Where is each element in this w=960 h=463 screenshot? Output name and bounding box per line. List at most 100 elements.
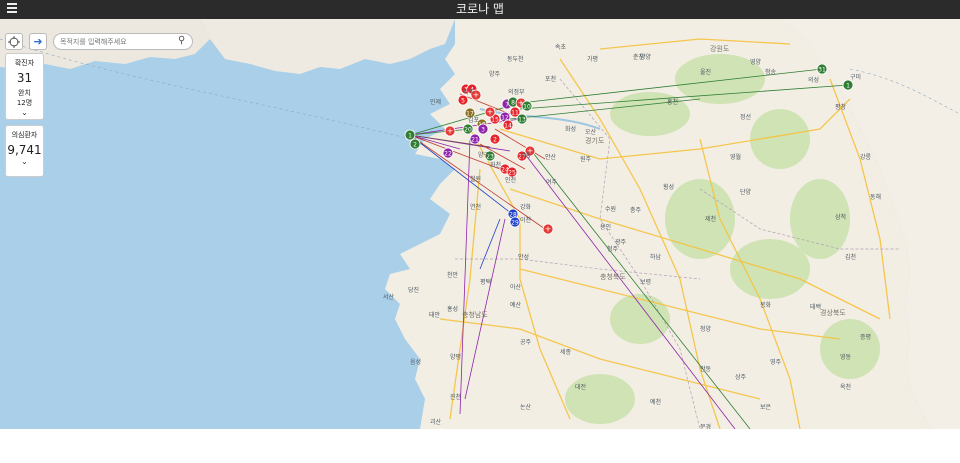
- route-button[interactable]: ➜: [29, 33, 47, 50]
- hospital-cross-icon: +: [447, 127, 454, 136]
- place-label: 김포: [468, 117, 480, 124]
- place-label: 청송: [765, 68, 777, 76]
- chevron-down-icon[interactable]: ⌄: [6, 157, 43, 166]
- marker-number: 22: [444, 151, 452, 158]
- crosshair-icon: [8, 35, 20, 48]
- marker-number: 11: [511, 110, 519, 117]
- patient-marker[interactable]: 2: [489, 133, 501, 145]
- recovered-count: 12명: [16, 99, 33, 107]
- patient-marker[interactable]: 25: [506, 166, 518, 178]
- place-label: 세종: [560, 348, 572, 356]
- place-label: 서산: [383, 293, 395, 301]
- marker-number: 1: [846, 83, 850, 90]
- label-chungbuk: 충청북도: [600, 272, 626, 281]
- suspected-panel[interactable]: 의심환자 9,741 ⌄: [5, 125, 44, 177]
- place-label: 울진: [700, 68, 711, 76]
- place-label: 여주: [546, 178, 558, 186]
- place-label: 평택: [480, 278, 491, 286]
- footer-blank: [0, 429, 960, 463]
- patient-marker[interactable]: 1: [842, 79, 854, 91]
- place-label: 보은: [760, 404, 772, 411]
- patient-marker[interactable]: 21: [469, 133, 481, 145]
- place-label: 청양: [700, 325, 712, 333]
- patient-marker[interactable]: 3: [477, 123, 489, 135]
- place-label: 강화: [520, 203, 532, 211]
- place-label: 안성: [518, 253, 529, 261]
- top-bar: 코로나 맵: [0, 0, 960, 19]
- place-label: 청주: [607, 246, 619, 253]
- search-input[interactable]: [53, 33, 193, 50]
- patient-marker[interactable]: 31: [816, 63, 828, 75]
- hospital-cross-icon: +: [487, 108, 494, 117]
- place-label: 김천: [845, 253, 856, 261]
- place-label: 동두천: [507, 55, 524, 63]
- patient-marker[interactable]: +: [542, 223, 554, 235]
- place-label: 동해: [870, 193, 881, 201]
- page-title: 코로나 맵: [456, 2, 504, 16]
- place-label: 진천: [450, 393, 461, 401]
- patient-marker[interactable]: +: [484, 106, 496, 118]
- hospital-cross-icon: +: [545, 225, 552, 234]
- patient-marker[interactable]: 14: [502, 119, 514, 131]
- place-label: 횡성: [663, 183, 674, 191]
- label-gyeonggi: 경기도: [585, 136, 605, 145]
- place-label: 이천: [520, 216, 531, 224]
- place-label: 오산: [585, 128, 597, 136]
- patient-marker[interactable]: 13: [516, 113, 528, 125]
- map-view[interactable]: 12345+78+101112131415+1718+202122232425+…: [0, 19, 960, 429]
- place-label: 화성: [565, 125, 576, 133]
- place-label: 증평: [860, 333, 871, 341]
- place-label: 영주: [770, 358, 782, 366]
- place-label: 예산: [510, 301, 522, 309]
- place-label: 공주: [520, 339, 532, 346]
- patient-marker[interactable]: 5: [457, 94, 469, 106]
- map-canvas[interactable]: 12345+78+101112131415+1718+202122232425+…: [0, 19, 960, 429]
- arrow-right-icon: ➜: [33, 35, 43, 48]
- patient-marker[interactable]: 2: [409, 138, 421, 150]
- label-gyeongbuk: 경상북도: [820, 308, 846, 317]
- place-label: 충주: [630, 206, 642, 214]
- place-label: 양구: [478, 151, 490, 159]
- label-gangwon: 강원도: [710, 44, 730, 53]
- marker-number: 14: [504, 123, 512, 130]
- place-label: 괴산: [430, 418, 442, 426]
- place-label: 평창: [835, 103, 847, 111]
- place-label: 봉화: [760, 301, 772, 309]
- marker-number: 1: [408, 133, 412, 140]
- locate-button[interactable]: [5, 33, 23, 50]
- patient-marker[interactable]: 1: [404, 129, 416, 141]
- place-label: 옥천: [840, 383, 851, 391]
- place-label: 양양: [640, 53, 652, 61]
- patient-marker[interactable]: 29: [509, 216, 521, 228]
- place-label: 시흥: [520, 151, 532, 159]
- place-label: 영월: [730, 153, 741, 161]
- marker-number: 2: [413, 142, 417, 149]
- place-label: 화천: [490, 161, 501, 169]
- place-label: 파주: [463, 88, 475, 96]
- place-label: 정선: [740, 113, 751, 121]
- confirmed-count: 31: [16, 71, 33, 85]
- place-label: 삼척: [835, 213, 846, 221]
- place-label: 홍성: [447, 305, 458, 313]
- chevron-down-icon[interactable]: ⌄: [6, 108, 43, 117]
- place-label: 하남: [650, 253, 662, 261]
- place-label: 의성: [808, 76, 819, 84]
- place-label: 안동: [700, 365, 712, 373]
- magnifier-icon[interactable]: ⚲: [178, 35, 185, 47]
- patient-marker[interactable]: 20: [462, 123, 474, 135]
- place-label: 구미: [850, 73, 861, 81]
- marker-number: 31: [818, 67, 826, 74]
- place-label: 홍천: [667, 98, 678, 106]
- patient-marker[interactable]: 22: [442, 147, 454, 159]
- patient-marker[interactable]: +: [444, 125, 456, 137]
- marker-number: 3: [481, 127, 485, 134]
- place-label: 아산: [510, 283, 522, 291]
- place-label: 수원: [605, 205, 616, 213]
- place-label: 양주: [489, 70, 501, 78]
- patient-marker[interactable]: 10: [521, 100, 533, 112]
- place-label: 양평: [450, 353, 461, 361]
- place-label: 안산: [545, 153, 557, 161]
- confirmed-panel[interactable]: 확진자 31 완치 12명 ⌄: [5, 53, 44, 120]
- place-label: 제천: [705, 215, 716, 223]
- place-label: 천안: [447, 271, 459, 279]
